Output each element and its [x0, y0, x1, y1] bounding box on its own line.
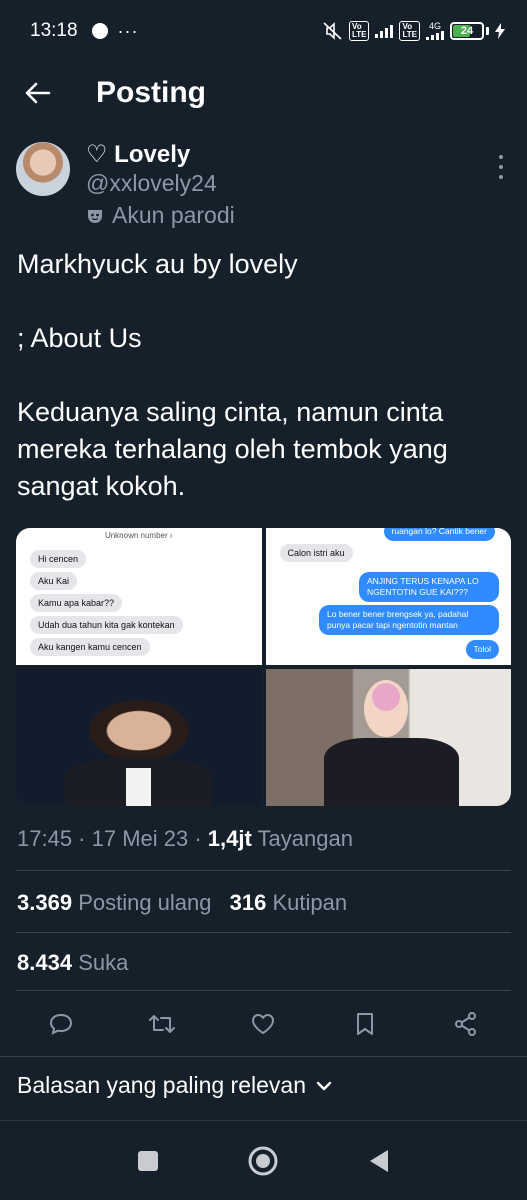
media-grid: Unknown number › Hi cencen Aku Kai Kamu … — [16, 528, 511, 806]
reply-button[interactable] — [43, 1006, 79, 1042]
network-4g-icon: 4G — [426, 22, 444, 40]
tweet-meta: 17:45 · 17 Mei 23 · 1,4jt Tayangan — [17, 826, 353, 852]
photo-head — [363, 679, 408, 738]
author-name[interactable]: ♡ Lovely — [86, 140, 190, 169]
page-title: Posting — [96, 76, 206, 109]
chat-bubble: Aku Kai — [30, 572, 78, 590]
divider — [16, 932, 511, 933]
volte-icon: Vo LTE — [348, 21, 370, 41]
repost-button[interactable] — [144, 1006, 180, 1042]
views-count[interactable]: 1,4jt — [208, 826, 252, 851]
author-handle[interactable]: @xxlovely24 — [86, 170, 217, 197]
charging-icon — [495, 23, 505, 39]
battery-icon: 24 — [450, 22, 484, 40]
share-icon — [455, 1012, 477, 1036]
chat-bubble: ANJING TERUS KENAPA LO NGENTOTIN GUE KAI… — [359, 572, 499, 602]
chevron-down-icon — [316, 1081, 332, 1090]
tweet-paragraph: Keduanya saling cinta, namun cinta merek… — [17, 397, 448, 501]
mute-icon — [323, 22, 342, 40]
chat-header: Unknown number › — [104, 531, 173, 540]
network-label: 4G — [428, 21, 441, 31]
likes-label[interactable]: Suka — [78, 950, 128, 975]
top-app-bar: Posting — [0, 62, 527, 124]
reposts-count[interactable]: 3.369 — [17, 890, 72, 915]
recent-apps-button[interactable] — [128, 1141, 168, 1181]
likes-stats: 8.434 Suka — [17, 950, 128, 976]
tweet-action-bar — [0, 1002, 527, 1046]
bookmark-button[interactable] — [347, 1006, 383, 1042]
media-image-chat-1[interactable]: Unknown number › Hi cencen Aku Kai Kamu … — [16, 528, 262, 665]
signal-icon — [375, 24, 394, 38]
system-nav-bar — [0, 1120, 527, 1200]
likes-count[interactable]: 8.434 — [17, 950, 72, 975]
parody-badge: Akun parodi — [86, 202, 235, 229]
bookmark-icon — [356, 1013, 373, 1035]
chat-bubble: ruangan lo? Cantik bener — [383, 528, 495, 541]
photo-shirt — [126, 767, 152, 806]
notification-dot-icon — [91, 23, 108, 39]
chat-bubble: Calon istri aku — [279, 544, 353, 562]
parody-label: Akun parodi — [112, 202, 235, 228]
chat-bubble: Udah dua tahun kita gak kontekan — [30, 616, 183, 634]
repost-icon — [149, 1015, 176, 1033]
reply-icon — [49, 1013, 72, 1035]
status-time: 13:18 — [30, 20, 78, 41]
tweet-paragraph: Markhyuck au by lovely — [17, 249, 298, 279]
chat-bubble: Tolol — [465, 640, 499, 659]
media-image-chat-2[interactable]: ruangan lo? Cantik bener Calon istri aku… — [265, 528, 511, 665]
replies-sort-label: Balasan yang paling relevan — [17, 1072, 306, 1098]
back-nav-button[interactable] — [359, 1141, 399, 1181]
tweet-timestamp: 17:45 · 17 Mei 23 · — [17, 826, 208, 851]
more-options-button[interactable] — [491, 152, 511, 182]
views-label: Tayangan — [251, 826, 353, 851]
tweet-paragraph: ; About Us — [17, 323, 142, 353]
media-image-portrait-2[interactable] — [265, 669, 511, 806]
status-bar: 13:18 ··· Vo LTE Vo LTE 4G 24 — [0, 0, 527, 62]
chat-bubble: Kamu apa kabar?? — [30, 594, 123, 612]
quotes-count[interactable]: 316 — [230, 890, 267, 915]
share-button[interactable] — [448, 1006, 484, 1042]
like-button[interactable] — [245, 1006, 281, 1042]
chat-bubble: Aku kangen kamu cencen — [30, 638, 150, 656]
volte-icon-2: Vo LTE — [399, 21, 420, 41]
back-button[interactable] — [18, 73, 58, 113]
battery-level: 24 — [460, 25, 474, 37]
parody-mask-icon — [88, 209, 102, 223]
quotes-label[interactable]: Kutipan — [272, 890, 347, 915]
status-icons: Vo LTE Vo LTE 4G 24 — [323, 21, 505, 41]
heart-icon — [252, 1013, 275, 1035]
tweet-author: ♡ Lovely @xxlovely24 Akun parodi — [16, 140, 511, 232]
chat-bubble: Lo bener bener brengsek ya, padahal puny… — [319, 605, 499, 635]
home-button[interactable] — [243, 1141, 283, 1181]
home-circle-icon — [248, 1146, 278, 1175]
triangle-back-icon — [370, 1149, 389, 1172]
photo-suit — [324, 737, 460, 806]
tweet-text: Markhyuck au by lovely ; About Us Keduan… — [17, 246, 510, 542]
battery-tip — [486, 27, 489, 35]
back-arrow-icon — [25, 82, 51, 104]
chat-bubble: Hi cencen — [30, 550, 87, 568]
divider — [16, 990, 511, 991]
media-image-portrait-1[interactable] — [16, 669, 262, 806]
divider — [16, 870, 511, 871]
reposts-label[interactable]: Posting ulang — [78, 890, 211, 915]
more-notifications-icon: ··· — [117, 20, 139, 41]
replies-sort-dropdown[interactable]: Balasan yang paling relevan — [17, 1072, 332, 1099]
square-icon — [137, 1150, 158, 1171]
repost-quote-stats: 3.369 Posting ulang 316 Kutipan — [17, 890, 347, 916]
divider — [0, 1056, 527, 1057]
avatar[interactable] — [16, 142, 70, 196]
